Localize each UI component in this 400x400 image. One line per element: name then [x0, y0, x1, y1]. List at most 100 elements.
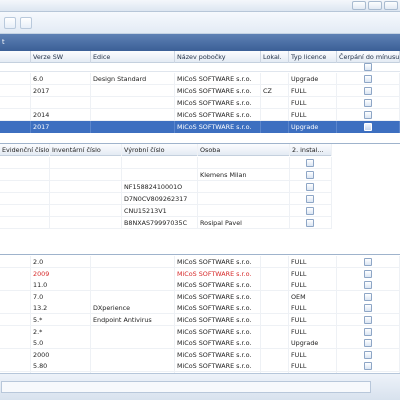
overdraft-cell — [337, 279, 400, 292]
row-indicator-cell — [0, 256, 31, 268]
column-header-edice[interactable]: Edice — [91, 51, 175, 63]
person-cell — [198, 157, 290, 169]
table-row[interactable]: MiCoS SOFTWARE s.r.o. FULL — [0, 97, 400, 109]
column-header-nazev-pobocky[interactable]: Název pobočky — [175, 51, 261, 63]
table-row[interactable]: 5.0 MiCoS SOFTWARE s.r.o. Upgrade — [0, 337, 400, 350]
inventory-number-cell — [50, 193, 122, 205]
overdraft-checkbox[interactable] — [364, 87, 372, 95]
overdraft-checkbox[interactable] — [364, 123, 372, 131]
overdraft-checkbox[interactable] — [364, 111, 372, 119]
detail-row[interactable]: B8NXAS79997035C Rosipal Pavel — [0, 217, 332, 229]
location-cell — [261, 290, 289, 303]
detail-column-vyrobni[interactable]: Výrobní číslo — [122, 144, 198, 156]
grid-header: Verze SW Edice Název pobočky Lokal. Typ … — [0, 51, 400, 63]
detail-row[interactable]: Klemens Milan — [0, 169, 332, 181]
column-header-0[interactable] — [0, 51, 31, 63]
branch-cell: MiCoS SOFTWARE s.r.o. — [175, 314, 261, 326]
detail-row[interactable]: NF15882410001O — [0, 181, 332, 193]
detail-column-2-instal[interactable]: 2. instal... — [290, 144, 332, 156]
overdraft-checkbox[interactable] — [364, 258, 372, 266]
overdraft-checkbox[interactable] — [364, 327, 372, 336]
overdraft-checkbox[interactable] — [364, 99, 372, 107]
second-install-cell — [290, 193, 332, 205]
overdraft-checkbox[interactable] — [364, 292, 372, 301]
panel-header: t — [0, 34, 400, 51]
table-row[interactable]: 2000 MiCoS SOFTWARE s.r.o. FULL — [0, 348, 400, 361]
minimize-button[interactable] — [352, 1, 366, 10]
person-cell: Klemens Milan — [198, 169, 290, 181]
second-install-checkbox[interactable] — [306, 207, 314, 215]
serial-number-cell: NF15882410001O — [122, 181, 198, 193]
serial-number-cell: B8NXAS79997035C — [122, 217, 198, 229]
version-cell: 2.0 — [31, 256, 91, 268]
table-row[interactable]: 7.0 MiCoS SOFTWARE s.r.o. OEM — [0, 290, 400, 303]
location-cell — [261, 279, 289, 292]
table-row[interactable]: 6.0 Design Standard MiCoS SOFTWARE s.r.o. U… — [0, 73, 400, 85]
version-cell: 2017 — [31, 85, 91, 97]
detail-column-osoba[interactable]: Osoba — [198, 144, 290, 156]
branch-cell: MiCoS SOFTWARE s.r.o. — [175, 109, 261, 121]
second-install-checkbox[interactable] — [306, 159, 314, 167]
table-row[interactable]: 11.0 MiCoS SOFTWARE s.r.o. FULL — [0, 279, 400, 292]
panel-title: t — [2, 38, 5, 46]
overdraft-checkbox[interactable] — [364, 75, 372, 83]
edition-cell — [91, 279, 175, 292]
table-row[interactable]: 2.0 MiCoS SOFTWARE s.r.o. FULL — [0, 256, 400, 268]
maximize-button[interactable] — [368, 1, 382, 10]
branch-cell: MiCoS SOFTWARE s.r.o. — [175, 121, 261, 133]
column-header-lokal[interactable]: Lokal. — [261, 51, 289, 63]
filter-row[interactable] — [0, 63, 400, 72]
table-row[interactable]: 2017 MiCoS SOFTWARE s.r.o. CZ FULL — [0, 85, 400, 97]
close-button[interactable] — [384, 1, 398, 10]
license-type-cell: FULL — [289, 267, 337, 280]
toolbar-button-1[interactable] — [4, 17, 16, 29]
location-cell — [261, 121, 289, 133]
overdraft-checkbox[interactable] — [364, 281, 372, 290]
table-row[interactable]: 5.80 MiCoS SOFTWARE s.r.o. FULL — [0, 360, 400, 373]
table-row[interactable]: 5.* Endpoint Antivirus MiCoS SOFTWARE s.r.… — [0, 314, 400, 326]
overdraft-checkbox[interactable] — [364, 316, 372, 324]
table-row[interactable]: 2017 MiCoS SOFTWARE s.r.o. Upgrade — [0, 121, 400, 133]
overdraft-cell — [337, 73, 400, 85]
second-install-checkbox[interactable] — [306, 183, 314, 191]
person-cell — [198, 181, 290, 193]
second-install-checkbox[interactable] — [306, 171, 314, 179]
table-row[interactable]: 2014 MiCoS SOFTWARE s.r.o. FULL — [0, 109, 400, 121]
branch-cell: MiCoS SOFTWARE s.r.o. — [175, 267, 261, 280]
evidence-number-cell — [0, 157, 50, 169]
license-type-cell: Upgrade — [289, 121, 337, 133]
evidence-number-cell — [0, 181, 50, 193]
second-install-checkbox[interactable] — [306, 195, 314, 203]
overdraft-checkbox[interactable] — [364, 362, 372, 371]
branch-cell: MiCoS SOFTWARE s.r.o. — [175, 97, 261, 109]
overdraft-checkbox[interactable] — [364, 339, 372, 348]
serial-number-cell — [122, 169, 198, 181]
table-row[interactable]: 2009 MiCoS SOFTWARE s.r.o. FULL — [0, 267, 400, 280]
second-install-checkbox[interactable] — [306, 219, 314, 227]
location-cell — [261, 97, 289, 109]
column-header-verze-sw[interactable]: Verze SW — [31, 51, 91, 63]
license-type-cell: FULL — [289, 279, 337, 292]
table-row[interactable]: 2.* MiCoS SOFTWARE s.r.o. FULL — [0, 325, 400, 338]
column-header-cerpani[interactable]: Čerpání do mínusu — [337, 51, 400, 63]
detail-column-inventarni[interactable]: Inventární číslo — [50, 144, 122, 156]
second-install-cell — [290, 217, 332, 229]
filter-checkbox[interactable] — [364, 63, 372, 71]
edition-cell — [91, 85, 175, 97]
table-row[interactable]: 13.2 DXperience MiCoS SOFTWARE s.r.o. FULL — [0, 302, 400, 315]
detail-row[interactable] — [0, 157, 332, 169]
column-header-typ-licence[interactable]: Typ licence — [289, 51, 337, 63]
detail-row[interactable]: D7N0CV809262317 — [0, 193, 332, 205]
detail-column-evidencni[interactable]: Evidenční číslo — [0, 144, 50, 156]
overdraft-checkbox[interactable] — [364, 350, 372, 359]
overdraft-cell — [337, 290, 400, 303]
overdraft-cell — [337, 267, 400, 280]
row-indicator-cell — [0, 360, 31, 373]
location-cell — [261, 256, 289, 268]
detail-row[interactable]: CNU15213V1 — [0, 205, 332, 217]
toolbar-button-2[interactable] — [20, 17, 32, 29]
overdraft-checkbox[interactable] — [364, 304, 372, 313]
overdraft-checkbox[interactable] — [364, 269, 372, 278]
edition-cell — [91, 109, 175, 121]
licenses-grid: Verze SW Edice Název pobočky Lokal. Typ … — [0, 51, 400, 373]
